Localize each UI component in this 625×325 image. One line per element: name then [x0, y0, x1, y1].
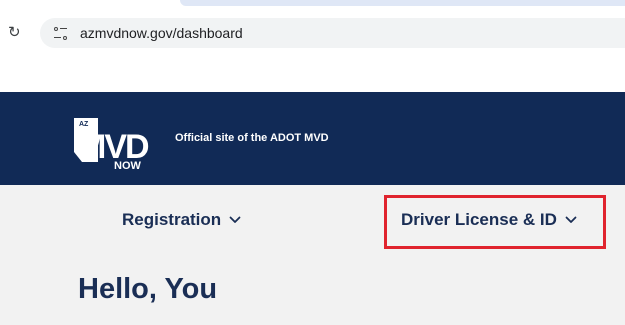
site-tagline: Official site of the ADOT MVD: [175, 132, 329, 144]
browser-toolbar: ↻ azmvdnow.gov/dashboard: [0, 0, 625, 92]
logo-az-text: AZ: [79, 121, 89, 128]
az-mvd-now-logo[interactable]: AZ MVD NOW: [70, 112, 162, 172]
site-info-icon[interactable]: [54, 26, 68, 40]
dashboard-content: Hello, You: [0, 255, 625, 325]
nav-item-registration[interactable]: Registration: [122, 185, 241, 255]
nav-item-label: Registration: [122, 210, 222, 229]
reload-icon[interactable]: ↻: [8, 25, 22, 40]
highlight-annotation: [384, 195, 606, 249]
site-header: AZ MVD NOW Official site of the ADOT MVD: [0, 92, 625, 185]
url-text[interactable]: azmvdnow.gov/dashboard: [80, 25, 243, 41]
tab-strip: [180, 0, 625, 6]
address-bar[interactable]: azmvdnow.gov/dashboard: [40, 18, 625, 48]
greeting-heading: Hello, You: [78, 273, 218, 305]
chevron-down-icon: [229, 216, 241, 223]
logo-now-text: NOW: [114, 160, 142, 172]
